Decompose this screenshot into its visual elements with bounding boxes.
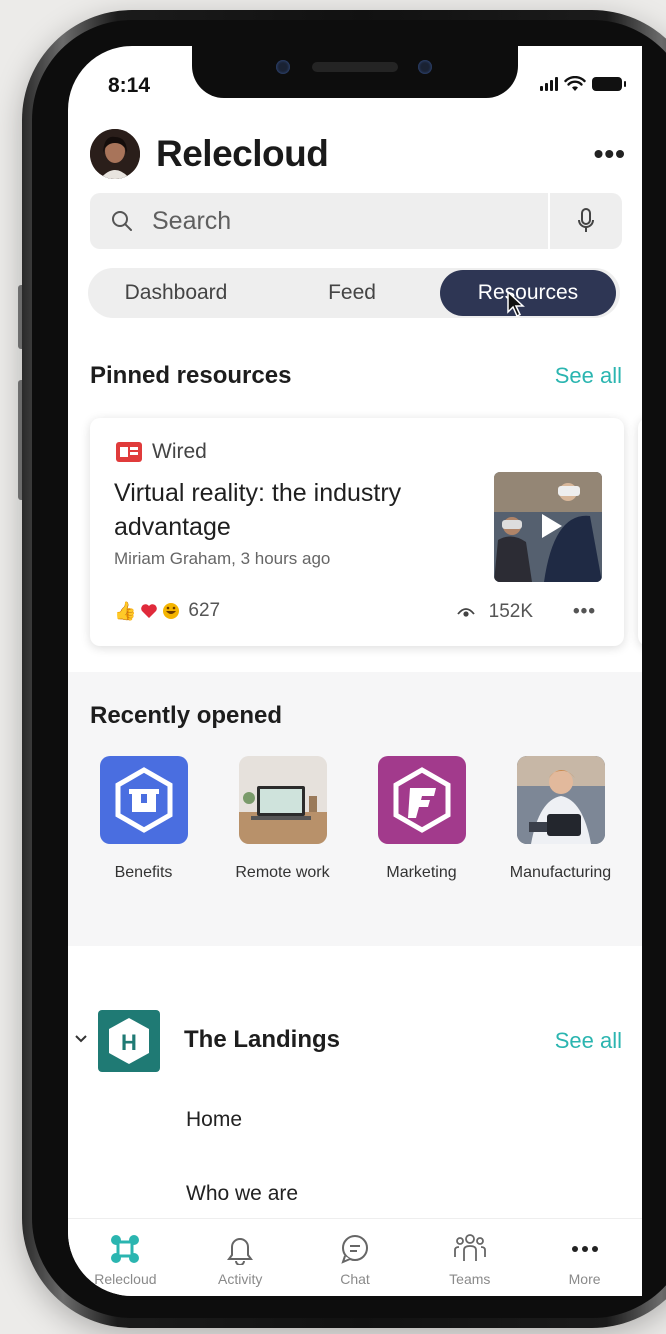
tab-label: More bbox=[568, 1271, 601, 1287]
avatar[interactable] bbox=[90, 129, 140, 179]
card-stats: 152K ••• bbox=[456, 601, 596, 623]
recent-item-marketing[interactable]: Marketing bbox=[352, 756, 491, 882]
pinned-see-all-link[interactable]: See all bbox=[555, 363, 622, 389]
segmented-tabs: Dashboard Feed Resources bbox=[88, 268, 620, 318]
app-title: Relecloud bbox=[156, 133, 329, 174]
tab-label: Relecloud bbox=[94, 1271, 157, 1287]
recent-item-label: Remote work bbox=[235, 864, 330, 881]
landings-title[interactable]: The Landings bbox=[184, 1026, 340, 1054]
pinned-resource-card[interactable]: Wired Virtual reality: the industry adva… bbox=[90, 418, 624, 646]
card-more-icon[interactable]: ••• bbox=[573, 601, 596, 623]
recent-item-manufacturing[interactable]: Manufacturing bbox=[491, 756, 630, 882]
tab-resources[interactable]: Resources bbox=[440, 270, 616, 316]
benefits-icon bbox=[99, 756, 188, 844]
recent-item-label: Marketing bbox=[386, 864, 457, 881]
video-thumbnail[interactable] bbox=[494, 472, 602, 582]
recent-header: Recently opened bbox=[90, 702, 622, 730]
search-bar[interactable]: Search bbox=[90, 193, 622, 249]
pinned-title: Pinned resources bbox=[90, 362, 292, 389]
reaction-count: 627 bbox=[188, 600, 221, 621]
bottom-tab-bar: Relecloud Activity Chat Teams More bbox=[68, 1218, 642, 1296]
status-icons bbox=[540, 76, 626, 92]
speaker bbox=[312, 62, 398, 72]
recent-item-benefits[interactable]: Benefits bbox=[74, 756, 213, 882]
tab-activity[interactable]: Activity bbox=[183, 1219, 298, 1296]
avatar-image bbox=[90, 129, 140, 179]
card-title[interactable]: Virtual reality: the industry advantage bbox=[114, 476, 464, 544]
eye-icon bbox=[456, 608, 475, 617]
card-source: Wired bbox=[116, 440, 207, 464]
status-time: 8:14 bbox=[108, 74, 151, 97]
manufacturing-image bbox=[516, 756, 605, 844]
tab-dashboard[interactable]: Dashboard bbox=[88, 270, 264, 316]
sensor bbox=[418, 60, 432, 74]
relecloud-icon bbox=[111, 1235, 140, 1263]
wifi-icon bbox=[564, 76, 586, 91]
card-source-label: Wired bbox=[152, 440, 207, 463]
chat-icon bbox=[341, 1235, 368, 1264]
tab-label: Chat bbox=[340, 1271, 370, 1287]
recently-opened-section: Recently opened Benefits Remote work Mar… bbox=[68, 672, 642, 946]
tab-teams[interactable]: Teams bbox=[412, 1219, 527, 1296]
nav-item-who-we-are[interactable]: Who we are bbox=[186, 1182, 298, 1206]
recent-item-label: Manufacturing bbox=[509, 864, 612, 881]
remote-work-image bbox=[238, 756, 327, 844]
bell-icon bbox=[227, 1238, 254, 1265]
recent-title: Recently opened bbox=[90, 702, 283, 729]
battery-icon bbox=[592, 77, 626, 91]
heart-icon bbox=[141, 604, 158, 618]
recent-item-remote-work[interactable]: Remote work bbox=[213, 756, 352, 882]
reactions[interactable]: 👍 627 bbox=[114, 600, 220, 622]
microphone-icon bbox=[578, 208, 594, 232]
video-thumbnail-image bbox=[494, 472, 602, 582]
card-meta: Miriam Graham, 3 hours ago bbox=[114, 549, 331, 568]
phone-screen: 8:14 Relecloud ••• Search Dashboard Feed… bbox=[68, 46, 642, 1296]
more-icon bbox=[571, 1246, 598, 1252]
microphone-button[interactable] bbox=[548, 193, 622, 249]
front-camera bbox=[276, 60, 290, 74]
the-landings-icon: H bbox=[98, 1010, 160, 1072]
news-icon bbox=[116, 442, 142, 462]
laugh-icon bbox=[163, 603, 180, 619]
next-card-peek[interactable] bbox=[638, 418, 642, 646]
tab-feed[interactable]: Feed bbox=[264, 270, 440, 316]
tab-chat[interactable]: Chat bbox=[298, 1219, 413, 1296]
site-icon-letter: H bbox=[121, 1030, 137, 1055]
chevron-down-icon[interactable] bbox=[74, 1034, 88, 1044]
tab-more[interactable]: More bbox=[527, 1219, 642, 1296]
app-header: Relecloud ••• bbox=[90, 128, 626, 180]
landings-see-all-link[interactable]: See all bbox=[555, 1028, 622, 1054]
tab-relecloud[interactable]: Relecloud bbox=[68, 1219, 183, 1296]
teams-icon bbox=[453, 1234, 486, 1261]
search-input[interactable]: Search bbox=[152, 207, 231, 236]
more-options-icon[interactable]: ••• bbox=[594, 140, 626, 168]
nav-item-home[interactable]: Home bbox=[186, 1108, 242, 1132]
notch bbox=[192, 46, 518, 98]
tab-label: Teams bbox=[449, 1271, 491, 1287]
tab-label: Activity bbox=[218, 1271, 263, 1287]
pinned-header: Pinned resources See all bbox=[90, 362, 622, 390]
recent-list: Benefits Remote work Marketing Manufactu… bbox=[74, 756, 630, 882]
search-icon bbox=[112, 211, 132, 231]
marketing-icon bbox=[377, 756, 466, 844]
mouse-cursor-icon bbox=[507, 290, 525, 318]
stage: 8:14 Relecloud ••• Search Dashboard Feed… bbox=[0, 0, 666, 1334]
view-count: 152K bbox=[488, 601, 534, 622]
recent-item-label: Benefits bbox=[114, 864, 173, 881]
signal-icon bbox=[540, 77, 558, 91]
thumbs-up-icon: 👍 bbox=[114, 600, 137, 621]
